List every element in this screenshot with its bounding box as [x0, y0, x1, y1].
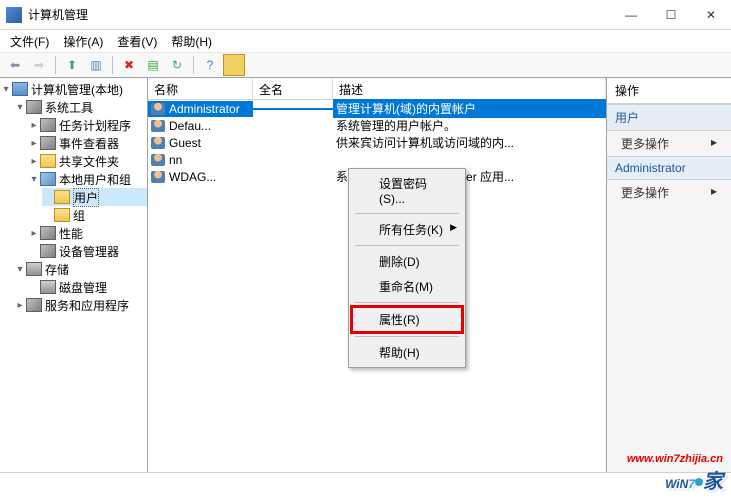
menu-help[interactable]: 帮助(H) [165, 31, 218, 52]
cm-all-tasks[interactable]: 所有任务(K)▶ [351, 217, 463, 242]
delete-button[interactable]: ✖ [118, 54, 140, 76]
show-hide-tree-button[interactable]: ▥ [85, 54, 107, 76]
expander-icon[interactable]: ▾ [0, 84, 12, 95]
chevron-right-icon: ▸ [711, 184, 717, 198]
event-icon [40, 136, 56, 150]
up-button[interactable]: ⬆ [61, 54, 83, 76]
user-icon [151, 103, 165, 115]
expander-icon[interactable]: ▸ [28, 120, 40, 131]
titlebar: 计算机管理 — ☐ ✕ [0, 0, 731, 30]
maximize-button[interactable]: ☐ [651, 0, 691, 30]
expander-icon[interactable]: ▾ [14, 102, 26, 113]
folder-icon [54, 190, 70, 204]
list-row[interactable]: Defau... 系统管理的用户帐户。 [148, 117, 606, 134]
tree-pane[interactable]: ▾ 计算机管理(本地) ▾ 系统工具 ▸ 任务计划程序 ▸ [0, 78, 148, 472]
statusbar [0, 472, 731, 480]
expander-icon[interactable]: ▸ [28, 228, 40, 239]
expander-icon[interactable]: ▸ [14, 300, 26, 311]
forward-button[interactable]: ➡ [28, 54, 50, 76]
separator [193, 56, 194, 74]
chevron-right-icon: ▸ [711, 135, 717, 149]
tree-disk-management[interactable]: 磁盘管理 [28, 278, 147, 296]
separator [112, 56, 113, 74]
cm-properties[interactable]: 属性(R) [350, 305, 464, 334]
tree-device-manager[interactable]: 设备管理器 [28, 242, 147, 260]
menu-view[interactable]: 查看(V) [111, 31, 163, 52]
tree-task-scheduler[interactable]: ▸ 任务计划程序 [28, 116, 147, 134]
context-menu: 设置密码(S)... 所有任务(K)▶ 删除(D) 重命名(M) 属性(R) 帮… [348, 168, 466, 368]
user-icon [151, 171, 165, 183]
list-row[interactable]: Guest 供来宾访问计算机或访问域的内... [148, 134, 606, 151]
cm-rename[interactable]: 重命名(M) [351, 274, 463, 299]
menu-file[interactable]: 文件(F) [4, 31, 55, 52]
cm-help[interactable]: 帮助(H) [351, 340, 463, 365]
tree-root[interactable]: ▾ 计算机管理(本地) [0, 80, 147, 98]
back-button[interactable]: ⬅ [4, 54, 26, 76]
tree-services-apps[interactable]: ▸ 服务和应用程序 [14, 296, 147, 314]
user-icon [151, 137, 165, 149]
action-section-users: 用户 [607, 104, 731, 131]
user-icon [151, 120, 165, 132]
user-icon [151, 154, 165, 166]
action-more-users[interactable]: 更多操作 ▸ [607, 131, 731, 156]
list-row[interactable]: Administrator 管理计算机(域)的内置帐户 [148, 100, 606, 117]
expander-icon[interactable]: ▾ [28, 174, 40, 185]
expander-icon[interactable]: ▸ [28, 138, 40, 149]
help-button[interactable]: ? [199, 54, 221, 76]
export-button[interactable] [223, 54, 245, 76]
list-header: 名称 全名 描述 [148, 78, 606, 100]
clock-icon [40, 118, 56, 132]
tree-groups[interactable]: 组 [42, 206, 147, 224]
expander-icon[interactable]: ▸ [28, 156, 40, 167]
col-name[interactable]: 名称 [148, 78, 253, 99]
toolbar: ⬅ ➡ ⬆ ▥ ✖ ▤ ↻ ? [0, 52, 731, 78]
col-fullname[interactable]: 全名 [253, 78, 333, 99]
separator [355, 213, 459, 214]
menubar: 文件(F) 操作(A) 查看(V) 帮助(H) [0, 30, 731, 52]
device-icon [40, 244, 56, 258]
window-title: 计算机管理 [28, 6, 611, 23]
expander-icon[interactable]: ▾ [14, 264, 26, 275]
chevron-right-icon: ▶ [450, 222, 457, 233]
tree-storage[interactable]: ▾ 存储 [14, 260, 147, 278]
col-description[interactable]: 描述 [333, 78, 606, 99]
action-section-admin: Administrator [607, 156, 731, 180]
separator [355, 336, 459, 337]
menu-action[interactable]: 操作(A) [57, 31, 109, 52]
storage-icon [26, 262, 42, 276]
app-icon [6, 7, 22, 23]
separator [355, 245, 459, 246]
tree-performance[interactable]: ▸ 性能 [28, 224, 147, 242]
action-header: 操作 [607, 78, 731, 104]
tree-event-viewer[interactable]: ▸ 事件查看器 [28, 134, 147, 152]
computer-icon [12, 82, 28, 96]
users-icon [40, 172, 56, 186]
list-pane: 名称 全名 描述 Administrator 管理计算机(域)的内置帐户 Def… [148, 78, 607, 472]
minimize-button[interactable]: — [611, 0, 651, 30]
action-pane: 操作 用户 更多操作 ▸ Administrator 更多操作 ▸ [607, 78, 731, 472]
tree-local-users-groups[interactable]: ▾ 本地用户和组 [28, 170, 147, 188]
list-row[interactable]: nn [148, 151, 606, 168]
folder-icon [54, 208, 70, 222]
perf-icon [40, 226, 56, 240]
disk-icon [40, 280, 56, 294]
close-button[interactable]: ✕ [691, 0, 731, 30]
main-area: ▾ 计算机管理(本地) ▾ 系统工具 ▸ 任务计划程序 ▸ [0, 78, 731, 472]
tree-users[interactable]: 用户 [42, 188, 147, 206]
cm-set-password[interactable]: 设置密码(S)... [351, 171, 463, 210]
tree-system-tools[interactable]: ▾ 系统工具 [14, 98, 147, 116]
action-more-admin[interactable]: 更多操作 ▸ [607, 180, 731, 205]
cm-delete[interactable]: 删除(D) [351, 249, 463, 274]
folder-icon [40, 154, 56, 168]
separator [355, 302, 459, 303]
properties-button[interactable]: ▤ [142, 54, 164, 76]
separator [55, 56, 56, 74]
tree-shared-folders[interactable]: ▸ 共享文件夹 [28, 152, 147, 170]
services-icon [26, 298, 42, 312]
refresh-button[interactable]: ↻ [166, 54, 188, 76]
tools-icon [26, 100, 42, 114]
